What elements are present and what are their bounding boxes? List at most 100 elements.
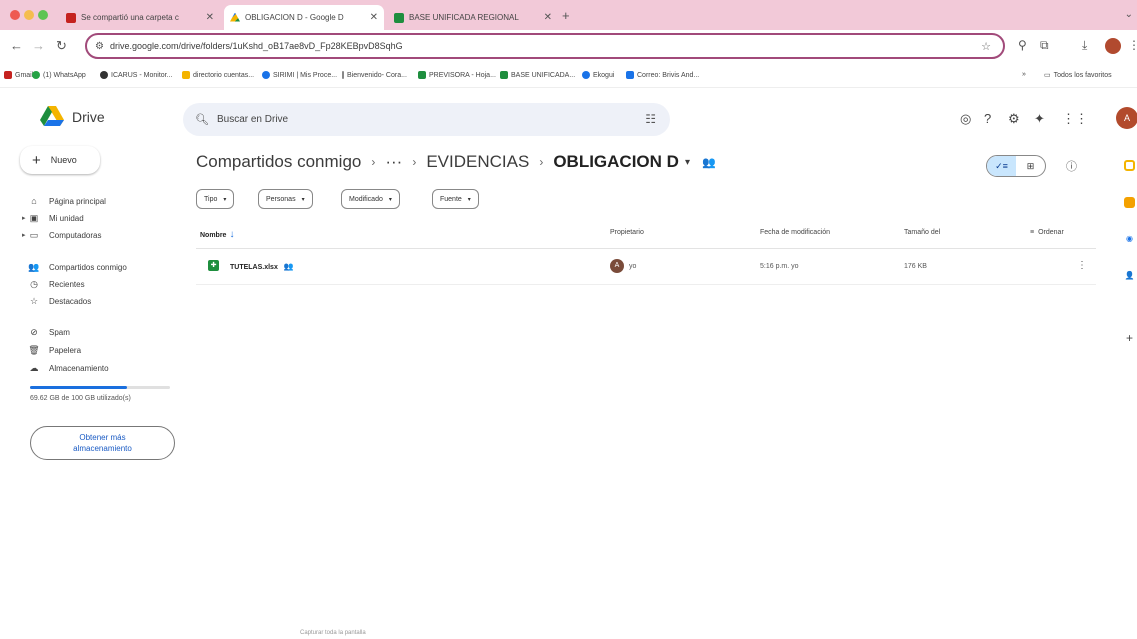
new-button[interactable]: + Nuevo bbox=[20, 146, 100, 174]
dropdown-arrow-icon: ▾ bbox=[388, 196, 392, 203]
app-name[interactable]: Drive bbox=[72, 109, 105, 125]
browser-tab-1[interactable]: Se compartió una carpeta c ✕ bbox=[60, 5, 220, 30]
site-info-icon[interactable]: ⚙ bbox=[95, 41, 104, 52]
bookmark-item[interactable]: Correo: Brivis And... bbox=[626, 71, 699, 79]
get-more-storage-button[interactable]: Obtener más almacenamiento bbox=[30, 426, 175, 460]
close-window-icon[interactable] bbox=[10, 10, 20, 20]
download-icon[interactable]: ⤓ bbox=[1082, 38, 1087, 53]
close-tab-icon[interactable]: ✕ bbox=[544, 12, 552, 23]
tab-search-icon[interactable]: ⌄ bbox=[1125, 9, 1133, 20]
column-header-size[interactable]: Tamaño del bbox=[904, 229, 940, 236]
minimize-window-icon[interactable] bbox=[24, 10, 34, 20]
drive-favicon-icon bbox=[230, 12, 240, 22]
drive-logo-icon[interactable] bbox=[40, 106, 64, 126]
star-icon: ☆ bbox=[29, 295, 39, 306]
browser-tab-3[interactable]: BASE UNIFICADA REGIONAL ✕ bbox=[388, 5, 558, 30]
close-tab-icon[interactable]: ✕ bbox=[206, 12, 214, 23]
reload-icon[interactable]: ↻ bbox=[56, 38, 67, 54]
sidebar-item-spam[interactable]: ⊘ Spam bbox=[28, 324, 70, 340]
sort-options[interactable]: ≡ Ordenar bbox=[1030, 229, 1064, 236]
new-tab-icon[interactable]: + bbox=[562, 8, 570, 23]
offline-status-icon[interactable]: ◎ bbox=[960, 111, 971, 127]
bookmark-item[interactable]: directorio cuentas... bbox=[182, 71, 254, 79]
sort-icon: ≡ bbox=[1030, 229, 1035, 236]
sidebar-item-shared-with-me[interactable]: 👥 Compartidos conmigo bbox=[28, 259, 127, 275]
gemini-icon[interactable]: ✦ bbox=[1034, 111, 1045, 127]
account-avatar[interactable]: A bbox=[1116, 107, 1137, 129]
tab-label: Se compartió una carpeta c bbox=[81, 13, 179, 22]
grid-view-icon[interactable]: ⊞ bbox=[1016, 156, 1045, 176]
bookmark-star-icon[interactable]: ☆ bbox=[981, 40, 991, 53]
cloud-icon: ☁ bbox=[29, 362, 39, 373]
search-placeholder: Buscar en Drive bbox=[216, 114, 289, 125]
bookmark-item[interactable]: PREVISORA - Hoja... bbox=[418, 71, 496, 79]
breadcrumb-ellipsis[interactable]: ··· bbox=[385, 152, 402, 172]
filter-modified[interactable]: Modificado ▾ bbox=[341, 189, 400, 209]
bookmark-icon bbox=[4, 71, 12, 79]
puzzle-icon[interactable]: ⧉ bbox=[1040, 38, 1049, 53]
sidebar-item-label: Compartidos conmigo bbox=[49, 262, 127, 272]
info-icon[interactable]: ⓘ bbox=[1066, 158, 1077, 174]
breadcrumb-root[interactable]: Compartidos conmigo bbox=[196, 152, 361, 172]
more-bookmarks-icon[interactable]: » bbox=[1022, 71, 1026, 78]
filter-label: Personas bbox=[266, 195, 296, 203]
browser-tab-2[interactable]: OBLIGACION D - Google D ✕ bbox=[224, 5, 384, 30]
column-header-modified[interactable]: Fecha de modificación bbox=[760, 229, 830, 236]
expand-icon[interactable]: ▸ bbox=[22, 214, 26, 222]
profile-avatar[interactable] bbox=[1105, 38, 1121, 54]
forward-icon[interactable]: → bbox=[32, 38, 45, 53]
all-bookmarks[interactable]: ▭ Todos los favoritos bbox=[1044, 71, 1112, 80]
bookmark-item[interactable]: ICARUS - Monitor... bbox=[100, 71, 172, 79]
bookmark-item[interactable]: Gmail bbox=[4, 71, 33, 79]
more-actions-icon[interactable]: ⋮ bbox=[1077, 260, 1087, 271]
filter-type[interactable]: Tipo ▾ bbox=[196, 189, 235, 209]
breadcrumb-current[interactable]: OBLIGACION D bbox=[553, 152, 679, 172]
sort-down-arrow-icon[interactable]: ↓ bbox=[229, 229, 234, 240]
new-button-label: Nuevo bbox=[50, 155, 77, 165]
sidebar-item-my-drive[interactable]: ▸ ▣ Mi unidad bbox=[22, 210, 84, 226]
list-view-icon[interactable]: ✓≡ bbox=[987, 156, 1016, 176]
filter-source[interactable]: Fuente ▾ bbox=[432, 189, 479, 209]
column-header-name[interactable]: Nombre ↓ bbox=[200, 229, 234, 240]
breadcrumb-parent[interactable]: EVIDENCIAS bbox=[426, 152, 529, 172]
table-row[interactable]: ✚ TUTELAS.xlsx 👥 A yo 5:16 p.m. yo 176 KB… bbox=[196, 252, 1096, 282]
filter-people[interactable]: Personas ▾ bbox=[258, 189, 313, 209]
bookmark-item[interactable]: SIRIMI | Mis Proce... bbox=[262, 71, 337, 79]
maximize-window-icon[interactable] bbox=[38, 10, 48, 20]
extensions-icon[interactable]: ⚲ bbox=[1018, 38, 1027, 52]
dropdown-arrow-icon[interactable]: ▾ bbox=[685, 157, 690, 168]
sidebar-item-computers[interactable]: ▸ ▭ Computadoras bbox=[22, 227, 102, 243]
sidebar-item-label: Computadoras bbox=[49, 230, 102, 240]
sidebar-item-recent[interactable]: ◷ Recientes bbox=[28, 276, 85, 292]
bookmark-item[interactable]: (1) WhatsApp bbox=[32, 71, 86, 79]
sidebar-item-trash[interactable]: 🗑 Papelera bbox=[28, 342, 81, 358]
search-input[interactable]: 🔍︎ Buscar en Drive ☷ bbox=[183, 103, 670, 136]
row-divider bbox=[196, 248, 1096, 249]
search-options-icon[interactable]: ☷ bbox=[645, 112, 656, 126]
bookmark-item[interactable]: BASE UNIFICADA... bbox=[500, 71, 575, 79]
sidebar-item-label: Almacenamiento bbox=[49, 363, 109, 373]
browser-menu-icon[interactable]: ⋮ bbox=[1128, 38, 1137, 52]
back-icon[interactable]: ← bbox=[10, 38, 23, 53]
calendar-icon[interactable] bbox=[1124, 160, 1135, 171]
bookmark-label: SIRIMI | Mis Proce... bbox=[273, 71, 338, 79]
search-icon[interactable]: 🔍︎ bbox=[195, 113, 209, 126]
settings-icon[interactable]: ⚙ bbox=[1008, 111, 1020, 127]
bookmark-item[interactable]: Bienvenido- Cora... bbox=[342, 71, 407, 79]
apps-grid-icon[interactable]: ⋮⋮ bbox=[1062, 111, 1088, 127]
sidebar-item-home[interactable]: ⌂ Página principal bbox=[28, 193, 106, 209]
keep-icon[interactable] bbox=[1124, 197, 1135, 208]
add-addon-icon[interactable]: + bbox=[1124, 332, 1135, 344]
bookmark-item[interactable]: Ekogui bbox=[582, 71, 614, 79]
all-bookmarks-label: Todos los favoritos bbox=[1053, 71, 1112, 79]
sidebar-item-starred[interactable]: ☆ Destacados bbox=[28, 293, 91, 309]
contacts-icon[interactable]: 👤 bbox=[1124, 270, 1135, 281]
column-label: Nombre bbox=[200, 232, 227, 239]
close-tab-icon[interactable]: ✕ bbox=[370, 12, 378, 23]
help-icon[interactable]: ? bbox=[984, 111, 991, 126]
sidebar-item-storage[interactable]: ☁ Almacenamiento bbox=[28, 360, 109, 376]
file-name[interactable]: TUTELAS.xlsx 👥 bbox=[230, 262, 294, 271]
address-bar[interactable]: ⚙ drive.google.com/drive/folders/1uKshd_… bbox=[85, 33, 1005, 59]
expand-icon[interactable]: ▸ bbox=[22, 231, 26, 239]
tasks-icon[interactable]: ◉ bbox=[1124, 233, 1135, 244]
